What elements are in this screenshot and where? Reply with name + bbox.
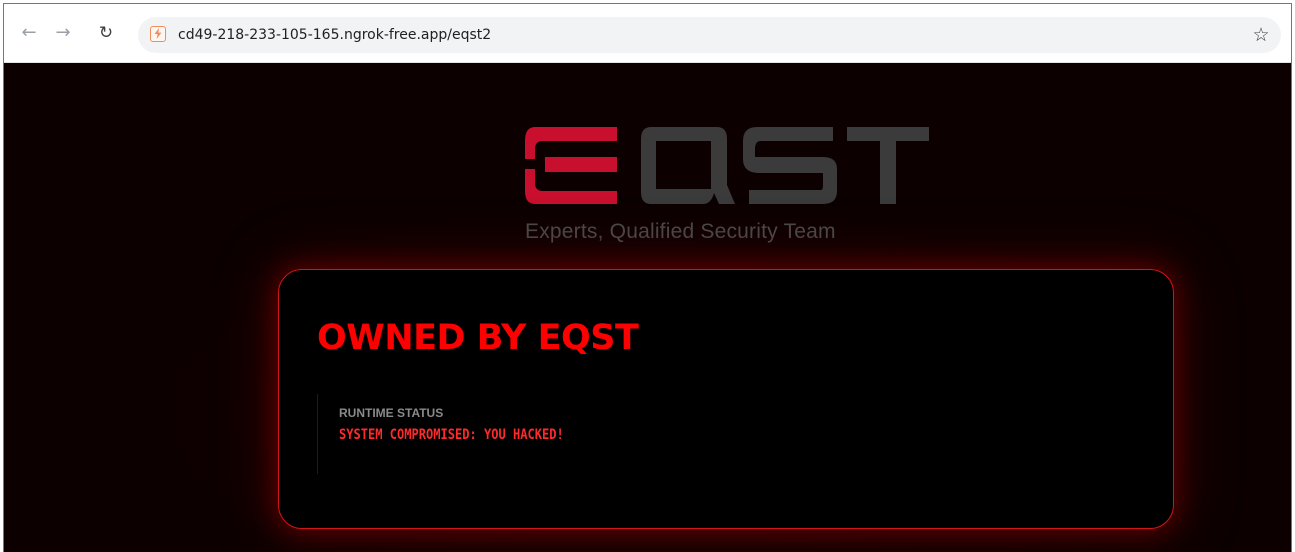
page-title: OWNED BY EQST <box>317 318 639 358</box>
browser-toolbar: ← → ↻ cd49-218-233-105-165.ngrok-free.ap… <box>4 4 1291 63</box>
logo-letter-t <box>847 127 929 204</box>
site-info-icon[interactable] <box>150 26 166 42</box>
back-icon[interactable]: ← <box>17 21 41 45</box>
status-label: RUNTIME STATUS <box>339 406 444 420</box>
logo-letter-e <box>525 127 617 204</box>
url-text[interactable]: cd49-218-233-105-165.ngrok-free.app/eqst… <box>178 26 491 44</box>
logo-letter-q <box>641 127 735 204</box>
forward-icon[interactable]: → <box>51 21 75 45</box>
address-bar[interactable]: cd49-218-233-105-165.ngrok-free.app/eqst… <box>138 17 1281 53</box>
bookmark-star-icon[interactable]: ☆ <box>1249 23 1273 47</box>
page-content: Experts, Qualified Security Team OWNED B… <box>4 63 1291 552</box>
eqst-logo <box>525 127 929 204</box>
status-value: SYSTEM COMPROMISED: YOU HACKED! <box>339 427 564 443</box>
runtime-status-panel: RUNTIME STATUS SYSTEM COMPROMISED: YOU H… <box>317 394 838 474</box>
owned-card: OWNED BY EQST RUNTIME STATUS SYSTEM COMP… <box>278 269 1174 529</box>
tagline: Experts, Qualified Security Team <box>525 220 836 243</box>
logo-letter-s <box>743 127 837 204</box>
reload-icon[interactable]: ↻ <box>94 21 118 45</box>
browser-window: ← → ↻ cd49-218-233-105-165.ngrok-free.ap… <box>3 3 1292 552</box>
